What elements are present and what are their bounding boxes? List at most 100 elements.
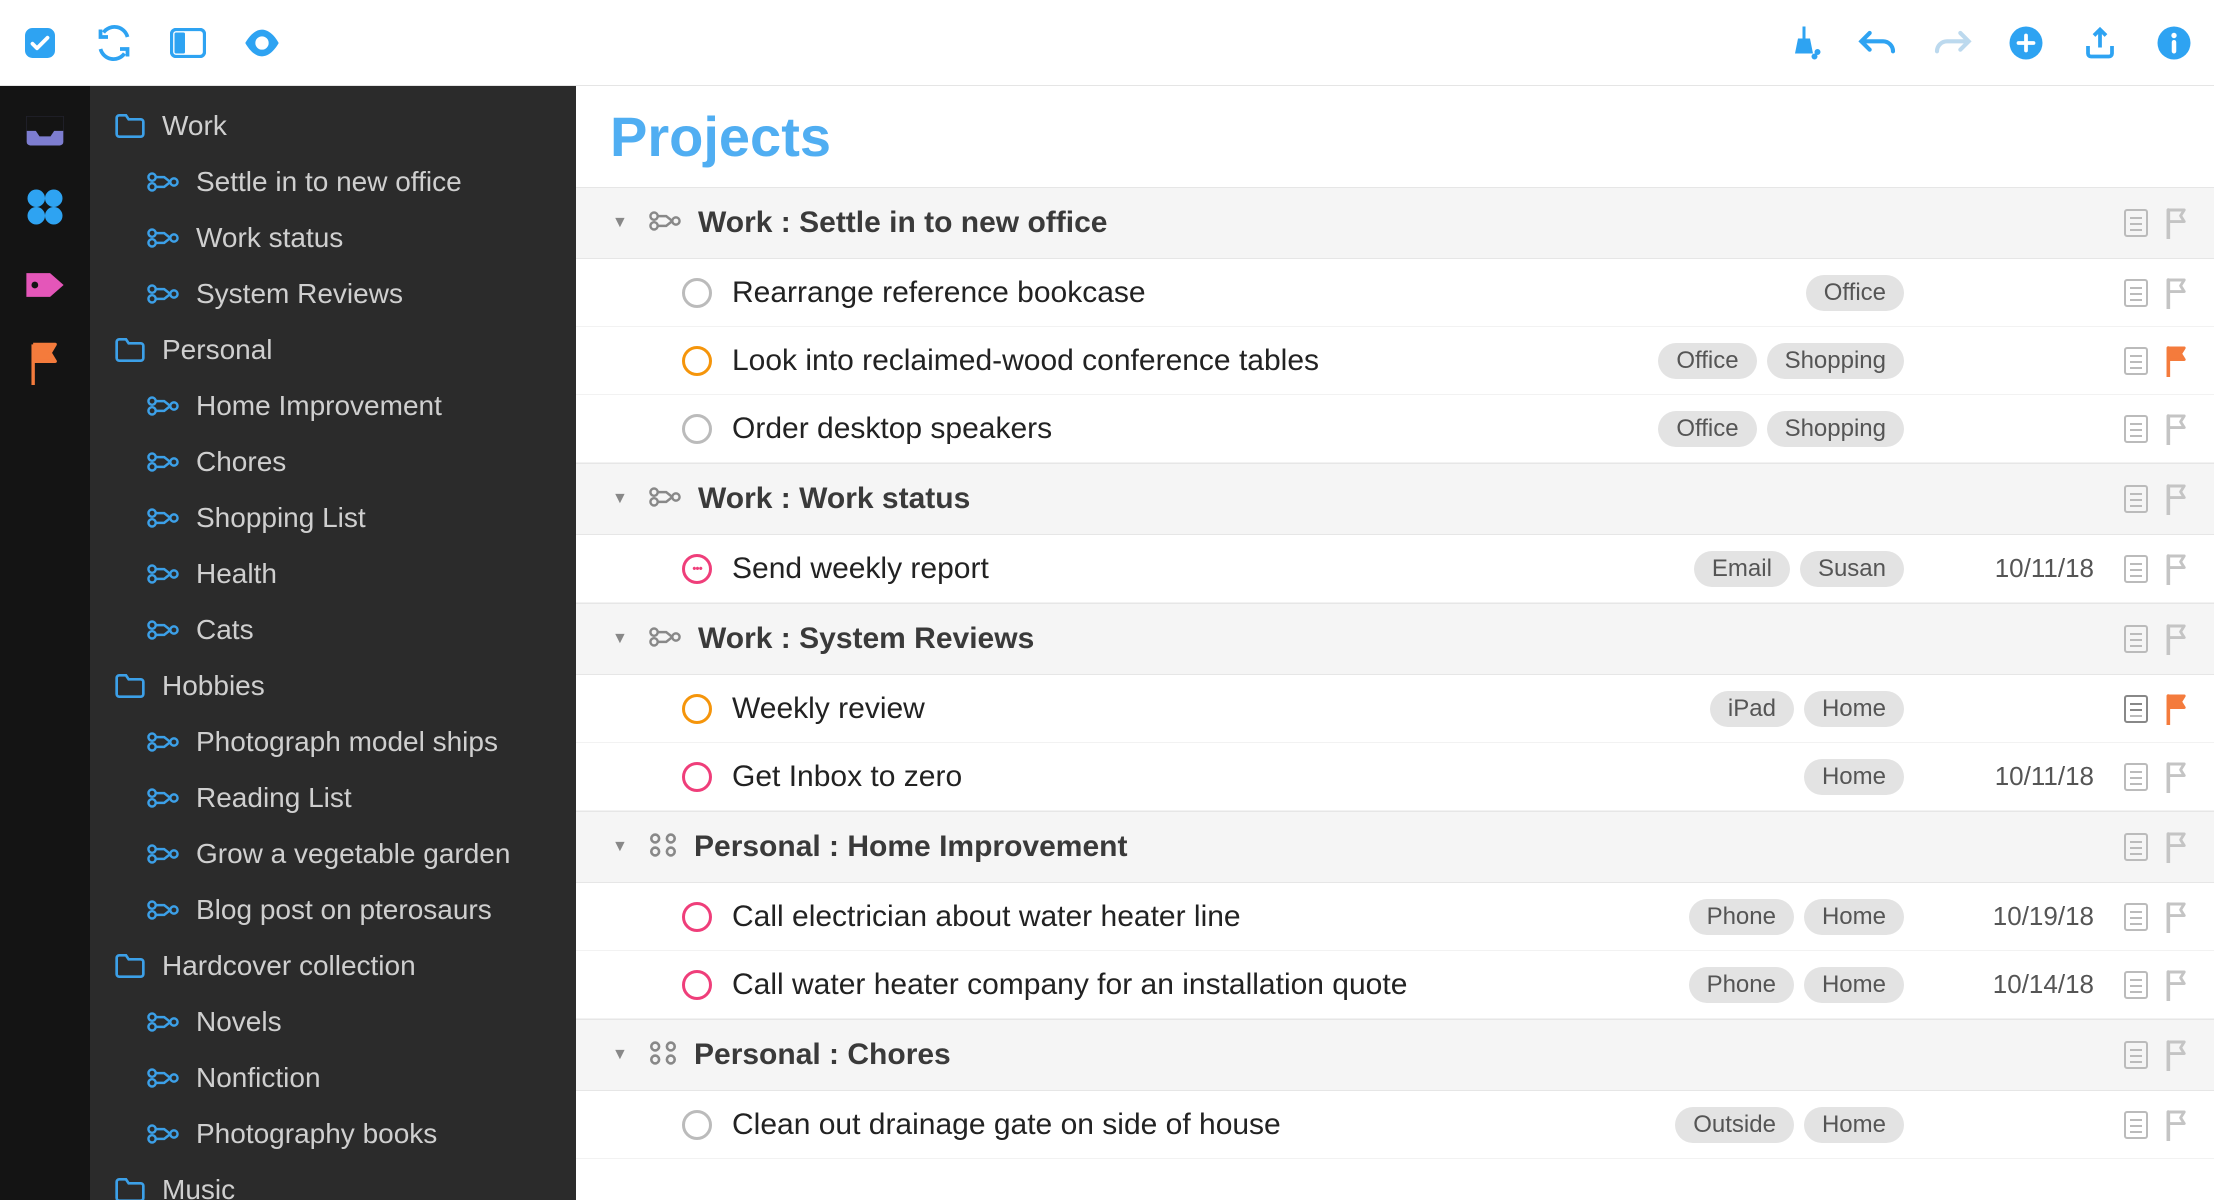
task-status-circle[interactable] [682, 694, 712, 724]
flag-icon[interactable] [2164, 1039, 2190, 1071]
flag-icon[interactable] [2164, 901, 2190, 933]
task-row[interactable]: Weekly reviewiPadHome [576, 675, 2214, 743]
note-indicator-icon[interactable] [2124, 279, 2148, 307]
sidebar-project[interactable]: Home Improvement [90, 378, 576, 434]
note-indicator-icon[interactable] [2124, 1111, 2148, 1139]
note-indicator-icon[interactable] [2124, 555, 2148, 583]
project-group-header[interactable]: ▼Work : Work status [576, 463, 2214, 535]
flag-icon[interactable] [2164, 623, 2190, 655]
task-status-circle[interactable] [682, 970, 712, 1000]
flag-icon[interactable] [2164, 483, 2190, 515]
eye-icon[interactable] [242, 23, 282, 63]
sidebar-folder[interactable]: Hobbies [90, 658, 576, 714]
project-group-header[interactable]: ▼Work : Settle in to new office [576, 187, 2214, 259]
tag-pill[interactable]: Home [1804, 759, 1904, 795]
task-status-circle[interactable] [682, 902, 712, 932]
task-row[interactable]: Call water heater company for an install… [576, 951, 2214, 1019]
sidebar-project[interactable]: Grow a vegetable garden [90, 826, 576, 882]
task-status-circle[interactable] [682, 1110, 712, 1140]
sidebar-project[interactable]: Settle in to new office [90, 154, 576, 210]
tag-pill[interactable]: Phone [1689, 899, 1794, 935]
tag-pill[interactable]: iPad [1710, 691, 1794, 727]
flag-icon[interactable] [2164, 969, 2190, 1001]
undo-icon[interactable] [1858, 23, 1898, 63]
sidebar-project[interactable]: Photograph model ships [90, 714, 576, 770]
note-indicator-icon[interactable] [2124, 903, 2148, 931]
redo-icon[interactable] [1932, 23, 1972, 63]
flag-icon[interactable] [2164, 761, 2190, 793]
task-row[interactable]: Clean out drainage gate on side of house… [576, 1091, 2214, 1159]
disclosure-triangle-icon[interactable]: ▼ [612, 490, 636, 508]
task-row[interactable]: Rearrange reference bookcaseOffice [576, 259, 2214, 327]
flag-icon[interactable] [2164, 693, 2190, 725]
flag-icon[interactable] [2164, 345, 2190, 377]
flag-icon[interactable] [2164, 277, 2190, 309]
flag-icon[interactable] [2164, 553, 2190, 585]
sidebar-project[interactable]: Cats [90, 602, 576, 658]
note-indicator-icon[interactable] [2124, 695, 2148, 723]
note-indicator-icon[interactable] [2124, 347, 2148, 375]
tag-pill[interactable]: Susan [1800, 551, 1904, 587]
note-indicator-icon[interactable] [2124, 1041, 2148, 1069]
flag-icon[interactable] [2164, 831, 2190, 863]
task-row[interactable]: Look into reclaimed-wood conference tabl… [576, 327, 2214, 395]
task-status-circle[interactable] [682, 414, 712, 444]
flag-icon[interactable] [2164, 1109, 2190, 1141]
tags-perspective[interactable] [20, 260, 70, 310]
tag-pill[interactable]: Home [1804, 967, 1904, 1003]
tag-pill[interactable]: Home [1804, 899, 1904, 935]
cleanup-icon[interactable] [1784, 23, 1824, 63]
tag-pill[interactable]: Email [1694, 551, 1790, 587]
note-indicator-icon[interactable] [2124, 209, 2148, 237]
disclosure-triangle-icon[interactable]: ▼ [612, 630, 636, 648]
disclosure-triangle-icon[interactable]: ▼ [612, 838, 636, 856]
tag-pill[interactable]: Phone [1689, 967, 1794, 1003]
flag-icon[interactable] [2164, 413, 2190, 445]
flag-icon[interactable] [2164, 207, 2190, 239]
task-status-circle[interactable] [682, 278, 712, 308]
share-icon[interactable] [2080, 23, 2120, 63]
add-icon[interactable] [2006, 23, 2046, 63]
note-indicator-icon[interactable] [2124, 415, 2148, 443]
sidebar-project[interactable]: Photography books [90, 1106, 576, 1162]
task-status-circle[interactable] [682, 554, 712, 584]
note-indicator-icon[interactable] [2124, 485, 2148, 513]
project-group-header[interactable]: ▼Personal : Home Improvement [576, 811, 2214, 883]
sidebar-project[interactable]: Blog post on pterosaurs [90, 882, 576, 938]
task-row[interactable]: Send weekly reportEmailSusan10/11/18 [576, 535, 2214, 603]
tag-pill[interactable]: Home [1804, 691, 1904, 727]
flagged-perspective[interactable] [20, 338, 70, 388]
task-row[interactable]: Get Inbox to zeroHome10/11/18 [576, 743, 2214, 811]
note-indicator-icon[interactable] [2124, 833, 2148, 861]
task-row[interactable]: Call electrician about water heater line… [576, 883, 2214, 951]
task-status-circle[interactable] [682, 346, 712, 376]
task-row[interactable]: Order desktop speakersOfficeShopping [576, 395, 2214, 463]
sidebar-folder[interactable]: Work [90, 98, 576, 154]
project-group-header[interactable]: ▼Work : System Reviews [576, 603, 2214, 675]
sidebar-toggle-icon[interactable] [168, 23, 208, 63]
note-indicator-icon[interactable] [2124, 971, 2148, 999]
note-indicator-icon[interactable] [2124, 763, 2148, 791]
task-status-circle[interactable] [682, 762, 712, 792]
tag-pill[interactable]: Outside [1675, 1107, 1794, 1143]
sidebar-project[interactable]: Reading List [90, 770, 576, 826]
sidebar-project[interactable]: Shopping List [90, 490, 576, 546]
tag-pill[interactable]: Shopping [1767, 411, 1904, 447]
sidebar-project[interactable]: Health [90, 546, 576, 602]
note-indicator-icon[interactable] [2124, 625, 2148, 653]
sidebar-project[interactable]: System Reviews [90, 266, 576, 322]
check-icon[interactable] [20, 23, 60, 63]
tag-pill[interactable]: Office [1658, 343, 1756, 379]
sidebar-project[interactable]: Work status [90, 210, 576, 266]
disclosure-triangle-icon[interactable]: ▼ [612, 214, 636, 232]
info-icon[interactable] [2154, 23, 2194, 63]
sidebar-project[interactable]: Nonfiction [90, 1050, 576, 1106]
sync-icon[interactable] [94, 23, 134, 63]
project-group-header[interactable]: ▼Personal : Chores [576, 1019, 2214, 1091]
sidebar-project[interactable]: Chores [90, 434, 576, 490]
sidebar-folder[interactable]: Personal [90, 322, 576, 378]
sidebar-folder[interactable]: Music [90, 1162, 576, 1200]
tag-pill[interactable]: Home [1804, 1107, 1904, 1143]
sidebar-project[interactable]: Novels [90, 994, 576, 1050]
sidebar-folder[interactable]: Hardcover collection [90, 938, 576, 994]
